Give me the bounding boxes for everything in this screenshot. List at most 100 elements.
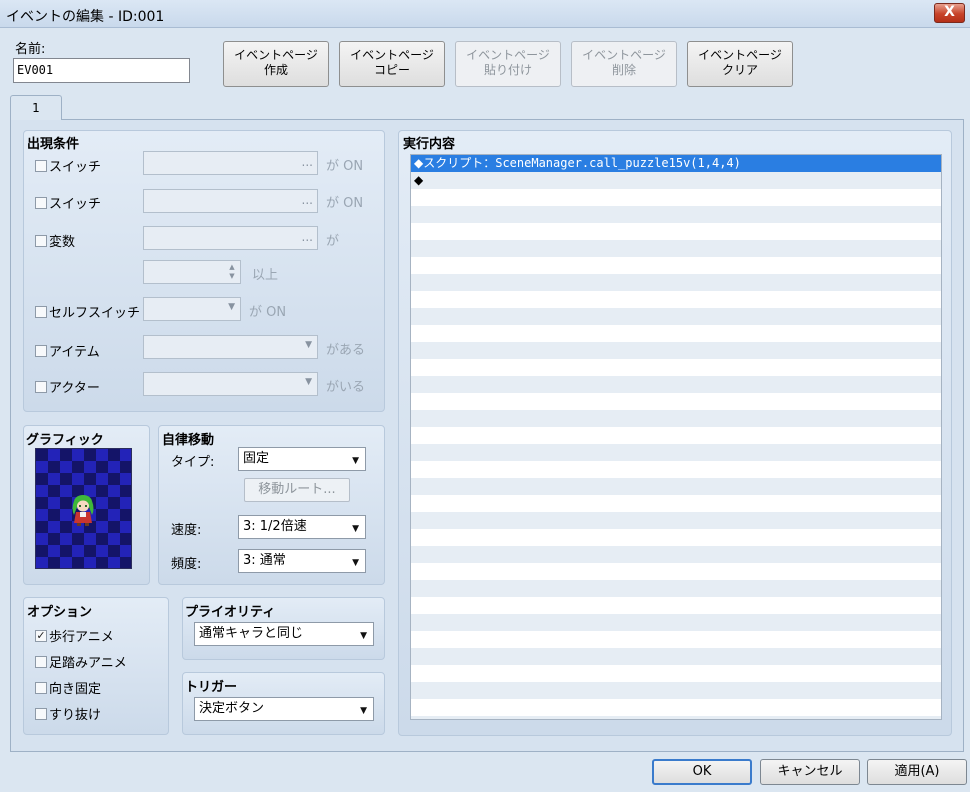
list-item[interactable] (411, 631, 941, 648)
switch2-field[interactable]: ... (143, 189, 318, 213)
list-item[interactable] (411, 529, 941, 546)
speed-label: 速度: (171, 523, 202, 538)
priority-title: プライオリティ (185, 605, 276, 620)
command-prefix: ◆スクリプト： (414, 156, 496, 170)
item-dropdown[interactable]: ▼ (143, 335, 318, 359)
chevron-down-icon: ▼ (360, 706, 367, 716)
list-item[interactable] (411, 257, 941, 274)
speed-value: 3: 1/2倍速 (243, 519, 307, 534)
list-item[interactable] (411, 682, 941, 699)
list-item[interactable] (411, 325, 941, 342)
list-item[interactable] (411, 376, 941, 393)
chevron-down-icon: ▼ (352, 456, 359, 466)
switch2-checkbox[interactable]: スイッチ (35, 193, 101, 212)
variable-value-stepper[interactable]: ▲ ▼ (143, 260, 241, 284)
priority-dropdown[interactable]: 通常キャラと同じ ▼ (194, 622, 374, 646)
switch1-label: スイッチ (49, 160, 102, 175)
trigger-title: トリガー (185, 680, 238, 695)
list-item[interactable] (411, 410, 941, 427)
variable-suffix: が (326, 234, 340, 249)
list-item[interactable] (411, 461, 941, 478)
list-item[interactable] (411, 563, 941, 580)
create-page-button[interactable]: イベントページ 作成 (223, 41, 329, 87)
switch2-label: スイッチ (49, 197, 102, 212)
item-checkbox[interactable]: アイテム (35, 341, 100, 360)
list-item[interactable] (411, 359, 941, 376)
list-item[interactable] (411, 512, 941, 529)
paste-page-button[interactable]: イベントページ 貼り付け (455, 41, 561, 87)
list-item[interactable] (411, 223, 941, 240)
clear-page-button[interactable]: イベントページ クリア (687, 41, 793, 87)
command-row-script[interactable]: ◆スクリプト：SceneManager.call_puzzle15v(1,4,4… (411, 155, 941, 172)
command-list[interactable]: ◆スクリプト：SceneManager.call_puzzle15v(1,4,4… (410, 154, 942, 720)
frequency-dropdown[interactable]: 3: 通常 ▼ (238, 549, 366, 573)
walking-anime-checkbox[interactable]: ✓ 歩行アニメ (35, 626, 114, 645)
move-route-button[interactable]: 移動ルート... (244, 478, 350, 502)
list-item[interactable] (411, 699, 941, 716)
variable-checkbox[interactable]: 変数 (35, 231, 75, 250)
list-item[interactable] (411, 478, 941, 495)
self-switch-dropdown[interactable]: ▼ (143, 297, 241, 321)
switch1-suffix: が ON (326, 159, 364, 174)
chevron-down-icon: ▼ (352, 524, 359, 534)
list-item[interactable] (411, 665, 941, 682)
list-item[interactable] (411, 342, 941, 359)
options-title: オプション (27, 605, 93, 620)
chevron-down-icon: ▼ (360, 631, 367, 641)
list-item[interactable] (411, 444, 941, 461)
actor-checkbox[interactable]: アクター (35, 377, 100, 396)
switch1-field[interactable]: ... (143, 151, 318, 175)
check-icon: ✓ (35, 628, 47, 642)
checkbox-box (35, 380, 47, 393)
move-type-dropdown[interactable]: 固定 ▼ (238, 447, 366, 471)
list-item[interactable] (411, 240, 941, 257)
autonomous-movement-title: 自律移動 (162, 433, 215, 448)
frequency-label: 頻度: (171, 557, 202, 572)
self-switch-label: セルフスイッチ (49, 306, 141, 321)
list-item[interactable] (411, 308, 941, 325)
walking-anime-label: 歩行アニメ (49, 630, 114, 645)
ok-button[interactable]: OK (652, 759, 752, 785)
list-item[interactable] (411, 291, 941, 308)
direction-fix-checkbox[interactable]: 向き固定 (35, 678, 101, 697)
checkbox-box (35, 681, 47, 694)
list-item[interactable] (411, 427, 941, 444)
list-item[interactable] (411, 597, 941, 614)
list-item[interactable] (411, 546, 941, 563)
through-checkbox[interactable]: すり抜け (35, 704, 101, 723)
graphic-title: グラフィック (26, 433, 104, 448)
list-item[interactable] (411, 716, 941, 719)
list-item[interactable] (411, 614, 941, 631)
list-item[interactable] (411, 495, 941, 512)
variable-field[interactable]: ... (143, 226, 318, 250)
frequency-value: 3: 通常 (243, 553, 286, 568)
spin-arrows-icon[interactable]: ▲ ▼ (226, 263, 238, 281)
title-bar: イベントの編集 - ID:001 X (0, 0, 970, 28)
character-sprite-icon (72, 495, 94, 526)
list-item[interactable] (411, 393, 941, 410)
self-switch-suffix: が ON (249, 305, 287, 320)
list-item[interactable] (411, 274, 941, 291)
copy-page-button[interactable]: イベントページ コピー (339, 41, 445, 87)
checkbox-box (35, 196, 47, 209)
list-item[interactable] (411, 580, 941, 597)
delete-page-button[interactable]: イベントページ 削除 (571, 41, 677, 87)
close-button[interactable]: X (934, 3, 965, 23)
cancel-button[interactable]: キャンセル (760, 759, 860, 785)
graphic-preview[interactable] (35, 448, 132, 569)
list-item[interactable] (411, 648, 941, 665)
command-row-empty[interactable]: ◆ (411, 172, 941, 189)
actor-dropdown[interactable]: ▼ (143, 372, 318, 396)
speed-dropdown[interactable]: 3: 1/2倍速 ▼ (238, 515, 366, 539)
list-item[interactable] (411, 206, 941, 223)
tab-page-1[interactable]: 1 (10, 95, 62, 120)
list-item[interactable] (411, 189, 941, 206)
checkbox-box (35, 655, 47, 668)
chevron-down-icon: ▼ (305, 377, 312, 387)
name-input[interactable]: EV001 (13, 58, 190, 83)
switch1-checkbox[interactable]: スイッチ (35, 156, 101, 175)
stepping-anime-checkbox[interactable]: 足踏みアニメ (35, 652, 127, 671)
self-switch-checkbox[interactable]: セルフスイッチ (35, 302, 140, 321)
trigger-dropdown[interactable]: 決定ボタン ▼ (194, 697, 374, 721)
apply-button[interactable]: 適用(A) (867, 759, 967, 785)
